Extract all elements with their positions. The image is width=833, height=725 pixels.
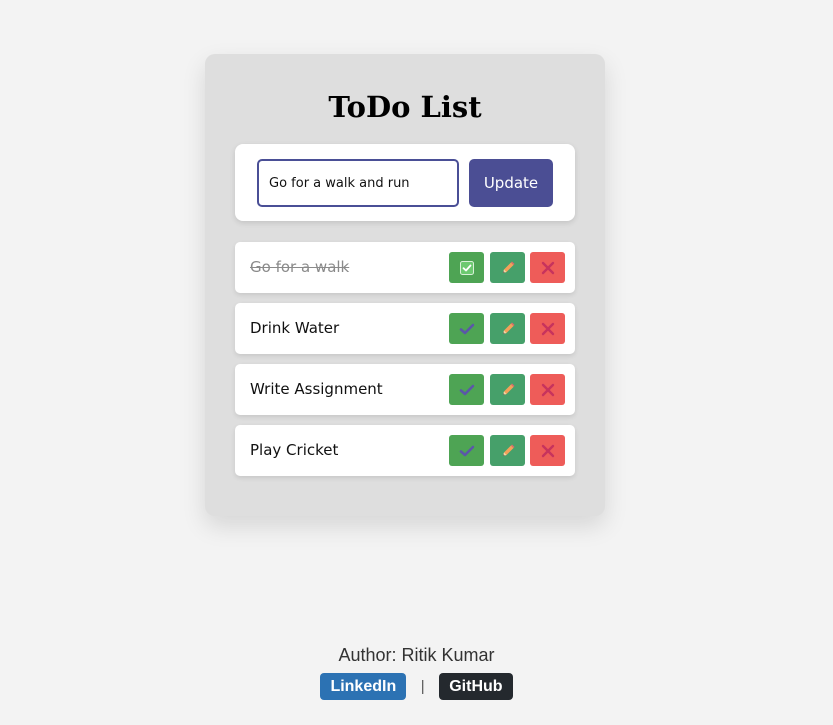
complete-button[interactable]: [449, 374, 484, 405]
complete-button[interactable]: [449, 252, 484, 283]
close-icon: [541, 261, 555, 275]
delete-button[interactable]: [530, 313, 565, 344]
pencil-icon: [500, 382, 516, 398]
pencil-icon: [500, 443, 516, 459]
complete-button[interactable]: [449, 313, 484, 344]
complete-button[interactable]: [449, 435, 484, 466]
link-separator: |: [420, 677, 425, 695]
edit-button[interactable]: [490, 374, 525, 405]
edit-button[interactable]: [490, 435, 525, 466]
task-item: Play Cricket: [235, 425, 575, 476]
task-text: Drink Water: [250, 319, 340, 337]
pencil-icon: [500, 260, 516, 276]
task-text: Write Assignment: [250, 380, 383, 398]
edit-button[interactable]: [490, 313, 525, 344]
github-link[interactable]: GitHub: [439, 672, 513, 700]
author-text: Author: Ritik Kumar: [338, 645, 495, 665]
footer: Author: Ritik Kumar LinkedIn | GitHub: [0, 644, 833, 700]
linkedin-link[interactable]: LinkedIn: [320, 672, 407, 700]
task-list: Go for a walk Drink Water Write Assignme…: [235, 242, 575, 486]
close-icon: [541, 322, 555, 336]
todo-form: Update: [235, 144, 575, 221]
page-title: ToDo List: [328, 90, 482, 124]
todo-card: ToDo List Update Go for a walk: [205, 54, 605, 516]
check-icon: [459, 383, 475, 397]
delete-button[interactable]: [530, 252, 565, 283]
check-icon: [459, 322, 475, 336]
task-item: Write Assignment: [235, 364, 575, 415]
close-icon: [541, 444, 555, 458]
check-icon: [459, 444, 475, 458]
edit-button[interactable]: [490, 252, 525, 283]
task-text: Go for a walk: [250, 258, 350, 276]
close-icon: [541, 383, 555, 397]
delete-button[interactable]: [530, 374, 565, 405]
task-text: Play Cricket: [250, 441, 339, 459]
task-item: Go for a walk: [235, 242, 575, 293]
task-item: Drink Water: [235, 303, 575, 354]
update-button[interactable]: Update: [469, 159, 553, 207]
task-input[interactable]: [257, 159, 459, 207]
pencil-icon: [500, 321, 516, 337]
footer-links: LinkedIn | GitHub: [0, 672, 833, 700]
checkbox-checked-icon: [459, 260, 474, 275]
delete-button[interactable]: [530, 435, 565, 466]
